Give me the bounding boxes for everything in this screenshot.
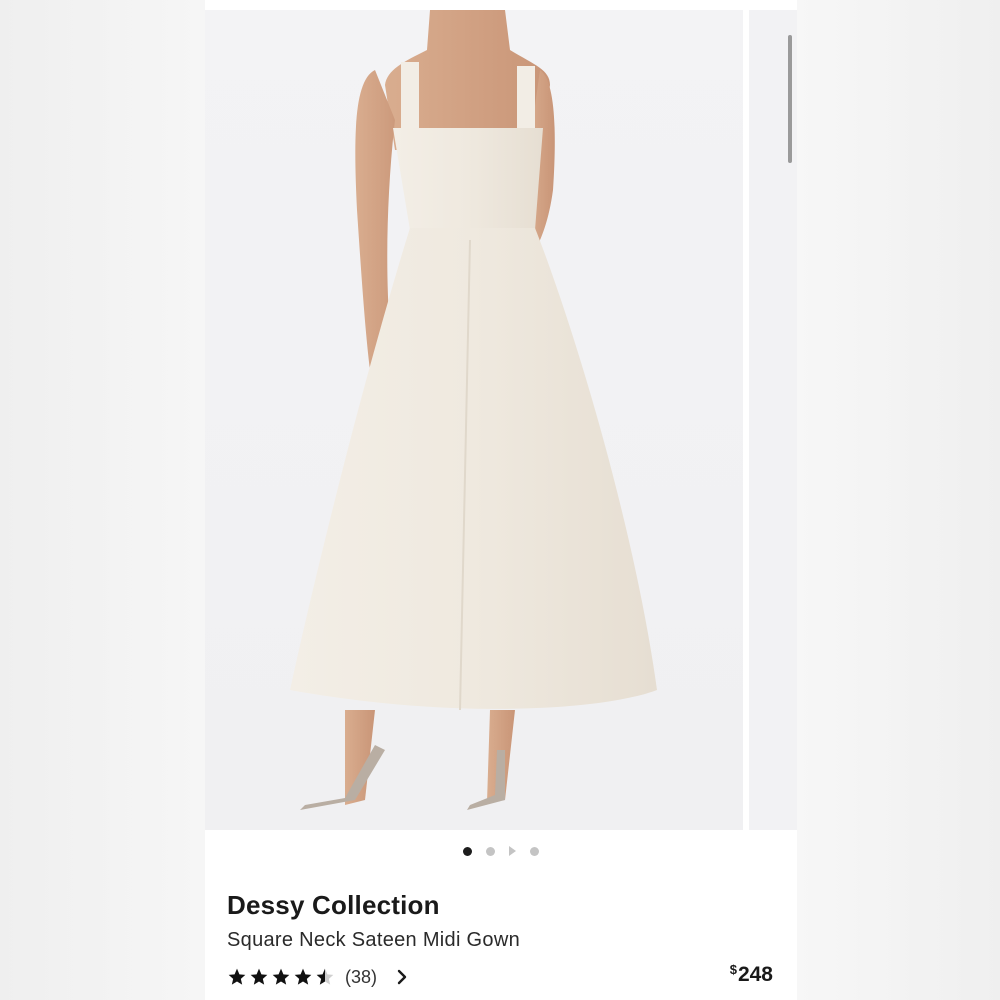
star-rating [227, 967, 335, 987]
star-icon [228, 968, 246, 985]
half-star-icon [316, 968, 334, 985]
review-count[interactable]: (38) [345, 967, 377, 988]
product-title: Square Neck Sateen Midi Gown [227, 929, 520, 951]
gown-illustration [290, 10, 657, 810]
star-icon [272, 968, 290, 985]
brand-name[interactable]: Dessy Collection [227, 890, 440, 921]
chevron-right-icon[interactable] [395, 969, 409, 985]
image-gallery[interactable] [205, 10, 797, 830]
star-icon [294, 968, 312, 985]
price-amount: 248 [737, 963, 773, 986]
background-left [0, 0, 205, 1000]
carousel-dot-active[interactable] [463, 846, 472, 856]
play-icon[interactable] [509, 846, 516, 856]
price: $248 [730, 962, 773, 987]
rating-row[interactable]: (38) [227, 963, 409, 991]
star-icon [250, 968, 268, 985]
product-image[interactable] [205, 10, 743, 830]
scrollbar[interactable] [788, 35, 792, 163]
price-currency: $ [729, 962, 737, 977]
carousel-dots[interactable] [205, 840, 797, 862]
carousel-dot[interactable] [486, 846, 495, 856]
background-right [797, 0, 1000, 1000]
carousel-dot[interactable] [530, 846, 539, 856]
product-card: Dessy Collection Square Neck Sateen Midi… [205, 0, 797, 1000]
